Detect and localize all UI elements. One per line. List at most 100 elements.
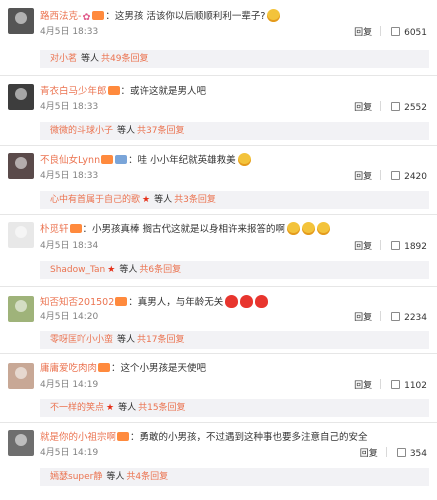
comment-time: 4月5日 14:19: [40, 380, 99, 390]
sub-reply-total[interactable]: 共37条回复: [137, 126, 184, 136]
sub-reply-others: 等人: [117, 335, 136, 345]
sub-reply-others: 等人: [81, 54, 100, 64]
sub-replies-box[interactable]: 对小茗 等人 共49条回复: [40, 50, 429, 68]
comment-actions: 回复 2234: [354, 311, 427, 323]
like-count: 2552: [404, 103, 427, 113]
avatar[interactable]: [8, 222, 34, 248]
sub-reply-user[interactable]: 不一样的笑点: [50, 403, 104, 413]
star-icon: ★: [107, 265, 116, 275]
comment-line: 青衣白马少年郎 ：或许这就是男人吧: [40, 85, 417, 99]
divider: [380, 170, 382, 180]
divider: [0, 422, 437, 423]
like-icon[interactable]: [396, 448, 406, 457]
sub-reply-total[interactable]: 共4条回复: [126, 472, 168, 482]
comment-line: 庸庸爱吃肉肉 ：这个小男孩是天使吧: [40, 362, 417, 376]
like-icon[interactable]: [391, 380, 401, 389]
comment-time: 4月5日 18:34: [40, 241, 99, 251]
avatar[interactable]: [8, 296, 34, 322]
sub-reply-others: 等人: [118, 403, 137, 413]
sub-replies-box[interactable]: 心中有首属于自己的歌 ★ 等人 共3条回复: [40, 191, 429, 209]
sub-reply-total[interactable]: 共3条回复: [174, 195, 216, 205]
username-link[interactable]: 朴觅轩: [40, 224, 69, 235]
like-count: 1102: [404, 381, 427, 391]
grin-face-emoji-icon: [267, 9, 281, 22]
sub-replies-box[interactable]: Shadow_Tan ★ 等人 共6条回复: [40, 261, 429, 279]
comment-actions: 回复 354: [360, 447, 427, 459]
reply-button[interactable]: 回复: [360, 449, 378, 459]
username-link[interactable]: 知否知否201502: [40, 297, 114, 308]
username-link[interactable]: 庸庸爱吃肉肉: [40, 363, 97, 374]
avatar[interactable]: [8, 430, 34, 456]
reply-button[interactable]: 回复: [354, 242, 372, 252]
sub-reply-others: 等人: [106, 472, 125, 482]
sub-reply-total[interactable]: 共15条回复: [138, 403, 185, 413]
sub-replies-box[interactable]: 零呀匡吖小小蛮 等人 共17条回复: [40, 331, 429, 349]
vip-badge-icon: [92, 11, 105, 20]
sub-reply-user[interactable]: 微微的斗球小子: [50, 126, 113, 136]
reply-button[interactable]: 回复: [354, 313, 372, 323]
divider: [0, 353, 437, 354]
username-link[interactable]: 路西法克-: [40, 11, 81, 22]
comment-feed: 路西法克-✿ ：这男孩 活该你以后顺顺利利一辈子? 4月5日 18:33 回复 60…: [0, 0, 437, 500]
avatar[interactable]: [8, 363, 34, 389]
avatar[interactable]: [8, 8, 34, 34]
sub-reply-user[interactable]: 心中有首属于自己的歌: [50, 195, 140, 205]
sub-replies-box[interactable]: 嫣瑟super静 等人 共4条回复: [40, 468, 429, 486]
username-link[interactable]: 青衣白马少年郎: [40, 86, 107, 97]
reply-button[interactable]: 回复: [354, 103, 372, 113]
sub-reply-user[interactable]: 零呀匡吖小小蛮: [50, 335, 113, 345]
divider: [380, 240, 382, 250]
comment-actions: 回复 6051: [354, 26, 427, 38]
comment-actions: 回复 1102: [354, 379, 427, 391]
comment-time: 4月5日 14:19: [40, 448, 99, 458]
sub-reply-total[interactable]: 共17条回复: [137, 335, 184, 345]
heart-icon: [255, 295, 269, 308]
vip-badge-icon: [107, 86, 120, 95]
like-icon[interactable]: [391, 241, 401, 250]
sub-replies-box[interactable]: 微微的斗球小子 等人 共37条回复: [40, 122, 429, 140]
reply-button[interactable]: 回复: [354, 172, 372, 182]
sub-reply-total[interactable]: 共6条回复: [139, 265, 181, 275]
sub-reply-user[interactable]: 嫣瑟super静: [50, 472, 102, 482]
username-link[interactable]: 不良仙女Lynn: [40, 155, 100, 166]
username-link[interactable]: 就是你的小祖宗啊: [40, 432, 116, 443]
comment-time: 4月5日 14:20: [40, 312, 99, 322]
like-count: 2234: [404, 313, 427, 323]
avatar[interactable]: [8, 84, 34, 110]
like-icon[interactable]: [391, 102, 401, 111]
vip-badge-icon: [69, 224, 82, 233]
comment-time: 4月5日 18:33: [40, 171, 99, 181]
avatar[interactable]: [8, 153, 34, 179]
like-count: 6051: [404, 28, 427, 38]
vip-badge-icon: [117, 432, 130, 441]
sub-replies-box[interactable]: 不一样的笑点 ★ 等人 共15条回复: [40, 399, 429, 417]
comment-line: 知否知否201502 ：真男人，与年龄无关: [40, 295, 417, 309]
divider: [0, 75, 437, 76]
comment-text: ：小男孩真棒 搁古代这就是以身相许来报答的啊: [82, 224, 286, 235]
comment-text: ：这男孩 活该你以后顺顺利利一辈子?: [105, 11, 266, 22]
sub-reply-user[interactable]: Shadow_Tan: [50, 265, 105, 275]
divider: [380, 101, 382, 111]
vip-badge-icon: [101, 155, 114, 164]
comment-actions: 回复 2552: [354, 101, 427, 113]
divider: [0, 214, 437, 215]
reply-button[interactable]: 回复: [354, 381, 372, 391]
divider: [380, 26, 382, 36]
comment-text: ：这个小男孩是天使吧: [111, 363, 207, 374]
comment-line: 不良仙女Lynn ：哇 小小年纪就英雄救美: [40, 153, 417, 167]
sub-reply-others: 等人: [119, 265, 138, 275]
like-icon[interactable]: [391, 171, 401, 180]
like-icon[interactable]: [391, 312, 401, 321]
comment-text: ：哇 小小年纪就英雄救美: [128, 155, 236, 166]
comment-time: 4月5日 18:33: [40, 102, 99, 112]
heart-icon: [240, 295, 254, 308]
level-badge-icon: [115, 155, 128, 164]
reply-button[interactable]: 回复: [354, 28, 372, 38]
sub-reply-total[interactable]: 共49条回复: [101, 54, 148, 64]
comment-line: 路西法克-✿ ：这男孩 活该你以后顺顺利利一辈子?: [40, 9, 417, 23]
like-icon[interactable]: [391, 27, 401, 36]
like-count: 354: [409, 449, 427, 459]
blush-face-emoji-icon: [317, 222, 331, 235]
sub-reply-user[interactable]: 对小茗: [50, 54, 77, 64]
divider: [0, 286, 437, 287]
